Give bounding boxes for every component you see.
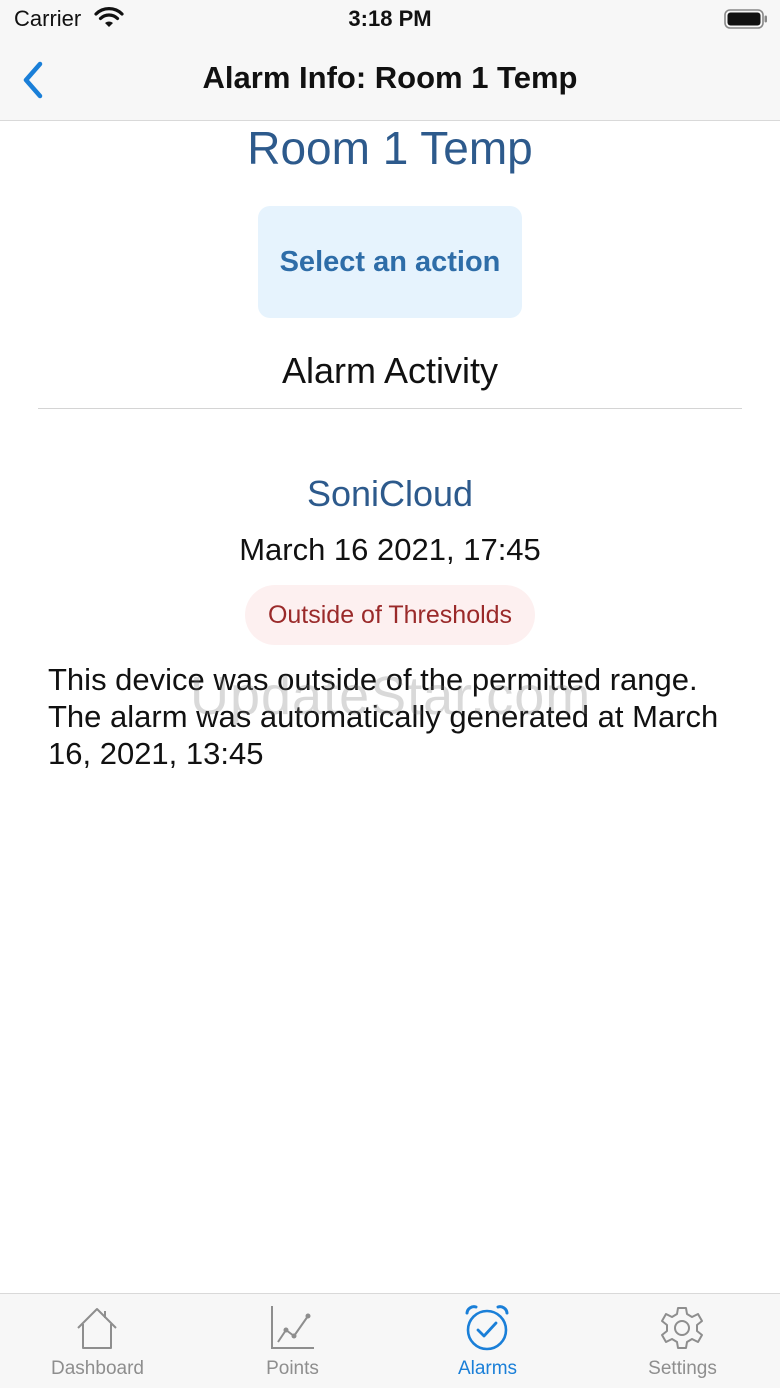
battery-icon: [724, 9, 767, 29]
tab-bar: Dashboard Points Alarms Settings: [0, 1293, 780, 1388]
activity-heading: Alarm Activity: [281, 350, 499, 391]
alarm-clock-icon: [465, 1305, 509, 1351]
activity-description: This device was outside of the permitted…: [48, 662, 719, 771]
device-title: Room 1 Temp: [247, 122, 533, 174]
activity-date: March 16 2021, 17:45: [239, 532, 541, 567]
status-bar: Carrier 3:18 PM: [0, 0, 780, 40]
tab-label: Dashboard: [51, 1358, 144, 1379]
navigation-bar: Alarm Info: Room 1 Temp: [0, 40, 780, 121]
line-chart-icon: [271, 1306, 314, 1349]
tab-settings[interactable]: Settings: [585, 1294, 780, 1388]
status-badge: Outside of Thresholds: [245, 585, 535, 645]
divider: [38, 408, 742, 409]
tab-points[interactable]: Points: [195, 1294, 390, 1388]
tab-label: Alarms: [457, 1358, 518, 1379]
tab-alarms[interactable]: Alarms: [390, 1294, 585, 1388]
tab-label: Points: [266, 1358, 319, 1379]
select-action-button[interactable]: Select an action: [258, 206, 522, 318]
house-icon: [77, 1308, 117, 1349]
page-title: Alarm Info: Room 1 Temp: [202, 60, 578, 95]
activity-source: SoniCloud: [306, 473, 474, 514]
tab-label: Settings: [648, 1358, 717, 1379]
tab-dashboard[interactable]: Dashboard: [0, 1294, 195, 1388]
gear-icon: [661, 1307, 703, 1349]
status-time: 3:18 PM: [348, 6, 432, 31]
